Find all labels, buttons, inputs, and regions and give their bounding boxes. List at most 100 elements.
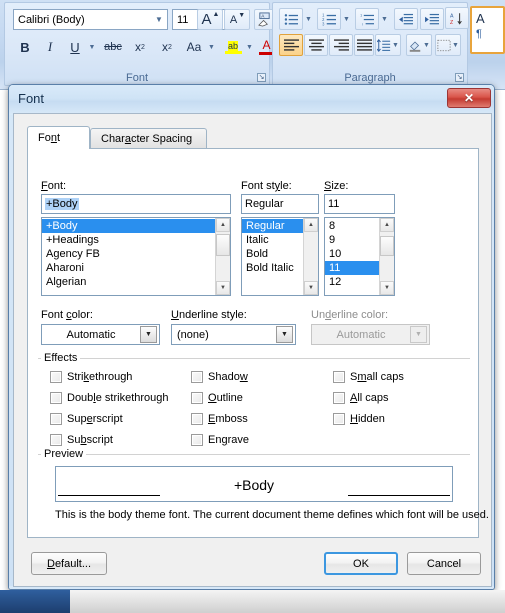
font-style-option[interactable]: Bold: [242, 247, 303, 261]
change-case-button[interactable]: Aa: [181, 36, 207, 58]
checkbox-box-icon[interactable]: [191, 371, 203, 383]
checkbox-outline[interactable]: Outline: [191, 392, 243, 404]
font-size-option[interactable]: 8: [325, 219, 379, 233]
checkbox-box-icon[interactable]: [191, 392, 203, 404]
dialog-titlebar[interactable]: Font ✕: [9, 85, 494, 115]
checkbox-box-icon[interactable]: [333, 392, 345, 404]
multilevel-list-dropdown[interactable]: ▼: [379, 8, 390, 30]
checkbox-box-icon[interactable]: [333, 371, 345, 383]
scroll-thumb[interactable]: [380, 236, 394, 256]
shrink-font-button[interactable]: A ▼: [224, 9, 250, 30]
chevron-down-icon[interactable]: ▼: [276, 326, 293, 343]
align-left-button[interactable]: [279, 34, 303, 56]
underline-dropdown[interactable]: ▼: [86, 36, 98, 58]
taskbar-start-region[interactable]: [0, 590, 70, 613]
checkbox-box-icon[interactable]: [333, 413, 345, 425]
font-size-list-items[interactable]: 8 9 10 11 12: [325, 219, 379, 289]
change-case-dropdown[interactable]: ▼: [206, 36, 217, 58]
borders-button[interactable]: ▼: [435, 34, 461, 56]
clear-formatting-button[interactable]: A: [254, 9, 274, 30]
font-listbox[interactable]: +Body +Headings Agency FB Aharoni Algerian ▲…: [41, 217, 231, 296]
checkbox-subscript[interactable]: Subscript: [50, 434, 113, 446]
font-option[interactable]: +Headings: [42, 233, 215, 247]
scroll-up-arrow-icon[interactable]: ▲: [380, 218, 394, 232]
scroll-down-arrow-icon[interactable]: ▼: [216, 281, 230, 295]
font-size-option[interactable]: 12: [325, 275, 379, 289]
checkbox-superscript[interactable]: Superscript: [50, 413, 123, 425]
dialog-launcher-icon[interactable]: ↘: [257, 73, 266, 82]
bullets-button[interactable]: [279, 8, 303, 30]
numbering-dropdown[interactable]: ▼: [341, 8, 352, 30]
checkbox-box-icon[interactable]: [50, 434, 62, 446]
checkbox-all-caps[interactable]: All caps: [333, 392, 389, 404]
font-style-scrollbar[interactable]: ▲ ▼: [303, 218, 318, 295]
checkbox-small-caps[interactable]: Small caps: [333, 371, 404, 383]
font-size-scrollbar[interactable]: ▲ ▼: [379, 218, 394, 295]
styles-gallery-item[interactable]: A ¶: [470, 6, 505, 54]
sort-button[interactable]: A Z: [445, 7, 469, 29]
chevron-down-icon[interactable]: ▼: [140, 326, 157, 343]
text-highlight-dropdown[interactable]: ▼: [244, 36, 255, 58]
font-size-input[interactable]: 11: [324, 194, 395, 214]
shading-button[interactable]: ▼: [406, 34, 432, 56]
font-size-listbox[interactable]: 8 9 10 11 12 ▲ ▼: [324, 217, 395, 296]
bullets-dropdown[interactable]: ▼: [303, 8, 314, 30]
font-option[interactable]: +Body: [42, 219, 215, 233]
font-option[interactable]: Agency FB: [42, 247, 215, 261]
font-option[interactable]: Algerian: [42, 275, 215, 289]
checkbox-double-strikethrough[interactable]: Double strikethrough: [50, 392, 169, 404]
font-style-option[interactable]: Regular: [242, 219, 303, 233]
text-highlight-button[interactable]: ab: [221, 36, 245, 58]
font-option[interactable]: Aharoni: [42, 261, 215, 275]
subscript-button[interactable]: x2: [127, 36, 153, 58]
scroll-down-arrow-icon[interactable]: ▼: [380, 281, 394, 295]
checkbox-emboss[interactable]: Emboss: [191, 413, 248, 425]
checkbox-box-icon[interactable]: [50, 413, 62, 425]
italic-button[interactable]: I: [38, 36, 62, 58]
checkbox-box-icon[interactable]: [50, 392, 62, 404]
align-center-button[interactable]: [304, 34, 328, 56]
multilevel-list-button[interactable]: 1 i: [355, 8, 379, 30]
font-style-option[interactable]: Bold Italic: [242, 261, 303, 275]
scroll-down-arrow-icon[interactable]: ▼: [304, 281, 318, 295]
scroll-thumb[interactable]: [216, 234, 230, 256]
checkbox-hidden[interactable]: Hidden: [333, 413, 385, 425]
decrease-indent-button[interactable]: [394, 8, 418, 30]
font-list-scrollbar[interactable]: ▲ ▼: [215, 218, 230, 295]
font-list-items[interactable]: +Body +Headings Agency FB Aharoni Algerian: [42, 219, 215, 289]
line-spacing-button[interactable]: ▼: [375, 34, 401, 56]
tab-font[interactable]: Font: [27, 126, 90, 149]
font-style-option[interactable]: Italic: [242, 233, 303, 247]
checkbox-box-icon[interactable]: [191, 434, 203, 446]
font-color-dropdown[interactable]: Automatic ▼: [41, 324, 160, 345]
underline-button[interactable]: U: [63, 36, 87, 58]
font-size-option[interactable]: 9: [325, 233, 379, 247]
checkbox-strikethrough[interactable]: Strikethrough: [50, 371, 132, 383]
font-size-option[interactable]: 11: [325, 261, 379, 275]
grow-font-button[interactable]: A ▲: [197, 9, 223, 30]
font-style-list-items[interactable]: Regular Italic Bold Bold Italic: [242, 219, 303, 275]
cancel-button[interactable]: Cancel: [407, 552, 481, 575]
increase-indent-button[interactable]: [420, 8, 444, 30]
font-name-combo[interactable]: Calibri (Body) ▼: [13, 9, 168, 30]
superscript-button[interactable]: x2: [154, 36, 180, 58]
underline-style-dropdown[interactable]: (none) ▼: [171, 324, 296, 345]
bold-button[interactable]: B: [13, 36, 37, 58]
font-name-input[interactable]: +Body: [41, 194, 231, 214]
checkbox-engrave[interactable]: Engrave: [191, 434, 249, 446]
checkbox-shadow[interactable]: Shadow: [191, 371, 248, 383]
justify-button[interactable]: [354, 34, 374, 56]
scroll-up-arrow-icon[interactable]: ▲: [216, 218, 230, 232]
font-style-input[interactable]: Regular: [241, 194, 319, 214]
tab-character-spacing[interactable]: Character Spacing: [90, 128, 207, 148]
dialog-launcher-icon[interactable]: ↘: [455, 73, 464, 82]
checkbox-box-icon[interactable]: [50, 371, 62, 383]
strikethrough-button[interactable]: abc: [100, 36, 126, 58]
font-size-option[interactable]: 10: [325, 247, 379, 261]
ok-button[interactable]: OK: [324, 552, 398, 575]
scroll-up-arrow-icon[interactable]: ▲: [304, 218, 318, 232]
align-right-button[interactable]: [329, 34, 353, 56]
close-button[interactable]: ✕: [447, 88, 491, 108]
numbering-button[interactable]: 1 2 3: [317, 8, 341, 30]
font-style-listbox[interactable]: Regular Italic Bold Bold Italic ▲ ▼: [241, 217, 319, 296]
